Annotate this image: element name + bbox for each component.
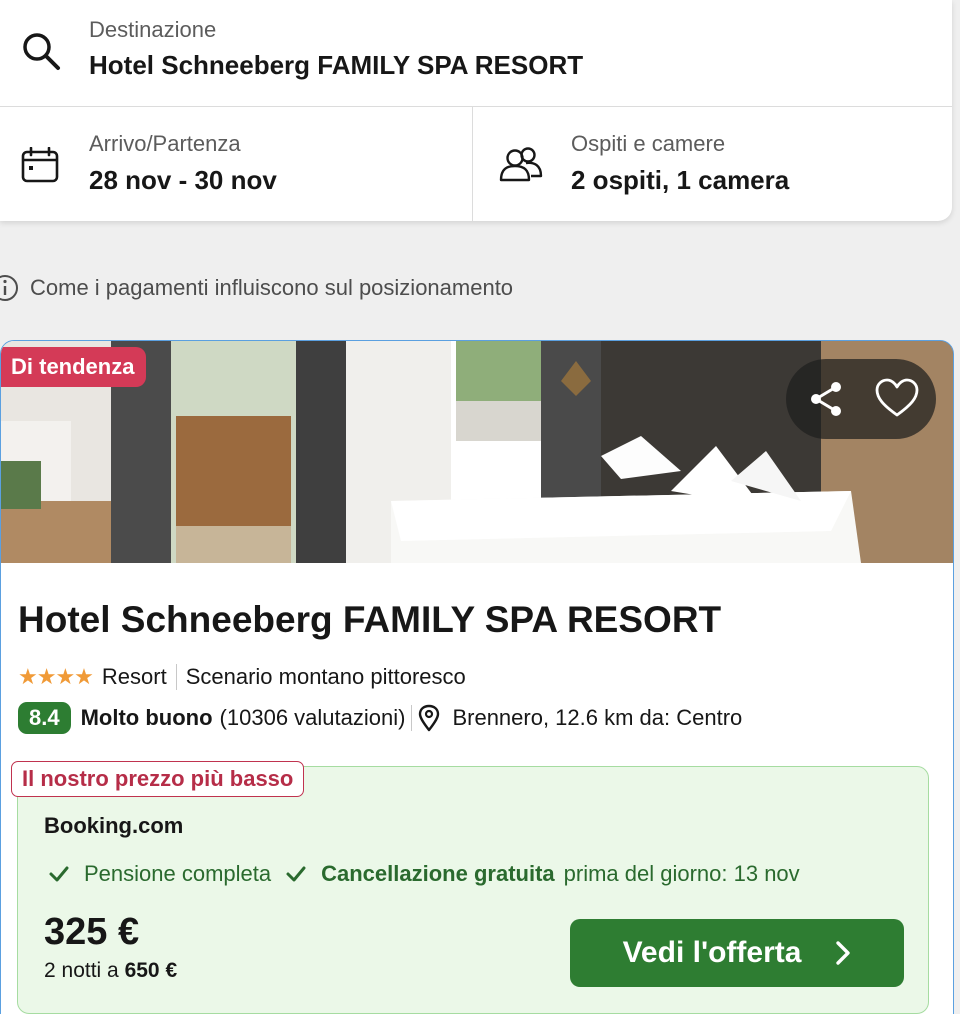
destination-label: Destinazione [89,17,217,42]
calendar-icon [21,147,59,183]
check-icon [49,866,69,882]
info-icon [0,275,18,301]
nights-label: 2 notti a [44,959,119,982]
dates-value: 28 nov - 30 nov [89,165,277,195]
divider [411,705,413,731]
offer-features: Pensione completa Cancellazione gratuita… [48,859,800,889]
board-type: Pensione completa [84,861,272,886]
disclaimer-text: Come i pagamenti influiscono sul posizio… [30,275,514,300]
hotel-name[interactable]: Hotel Schneeberg FAMILY SPA RESORT [18,599,721,641]
rating-line: 8.4 Molto buono (10306 valutazioni) Bren… [18,701,742,735]
view-offer-label: Vedi l'offerta [622,936,802,969]
free-cancellation: Cancellazione gratuita [321,861,555,886]
guests-field[interactable]: Ospiti e camere 2 ospiti, 1 camera [473,107,952,221]
nightly-price: 325 € [44,911,140,953]
provider-name: Booking.com [44,813,184,838]
hotel-location[interactable]: Brennero, 12.6 km da: Centro [452,705,742,731]
search-card: Destinazione Hotel Schneeberg FAMILY SPA… [0,0,952,221]
guests-value: 2 ospiti, 1 camera [571,165,790,195]
hotel-type: Resort [101,664,167,689]
cancellation-deadline: prima del giorno: 13 nov [563,861,800,886]
map-pin-icon [419,704,440,732]
dates-field[interactable]: Arrivo/Partenza 28 nov - 30 nov [0,107,473,221]
destination-value: Hotel Schneeberg FAMILY SPA RESORT [89,50,584,80]
star-rating: ★★★★ [18,664,94,689]
rating-text: Molto buono [80,705,213,730]
review-score-badge: 8.4 [18,702,71,734]
favorite-button[interactable] [873,375,921,423]
share-button[interactable] [802,375,850,423]
lowest-price-badge: Il nostro prezzo più basso [11,761,305,797]
heart-icon [875,378,919,417]
view-offer-button[interactable]: Vedi l'offerta [570,919,904,987]
divider [175,664,177,690]
check-icon [286,866,306,882]
share-icon [811,382,841,416]
dates-label: Arrivo/Partenza [89,131,241,156]
hotel-meta: ★★★★ Resort Scenario montano pittoresco [18,661,466,693]
review-count[interactable]: (10306 valutazioni) [220,705,406,731]
ranking-disclaimer-link[interactable]: Come i pagamenti influiscono sul posizio… [0,273,513,303]
chevron-right-icon [836,941,851,965]
users-icon [499,147,543,182]
destination-field[interactable]: Destinazione Hotel Schneeberg FAMILY SPA… [0,0,952,107]
photo-actions [786,359,936,439]
total-price-line: 2 notti a 650 € [44,959,177,983]
guests-label: Ospiti e camere [571,131,726,156]
hotel-card[interactable]: Di tendenza Hotel Schneeberg FAMILY SPA … [0,340,954,1014]
offer-box[interactable]: Booking.com Pensione completa Cancellazi… [17,766,929,1014]
hotel-photo[interactable]: Di tendenza [1,341,953,563]
total-price: 650 € [124,959,178,982]
hotel-feature: Scenario montano pittoresco [185,664,466,689]
search-icon [23,33,60,70]
trending-badge: Di tendenza [1,347,147,387]
